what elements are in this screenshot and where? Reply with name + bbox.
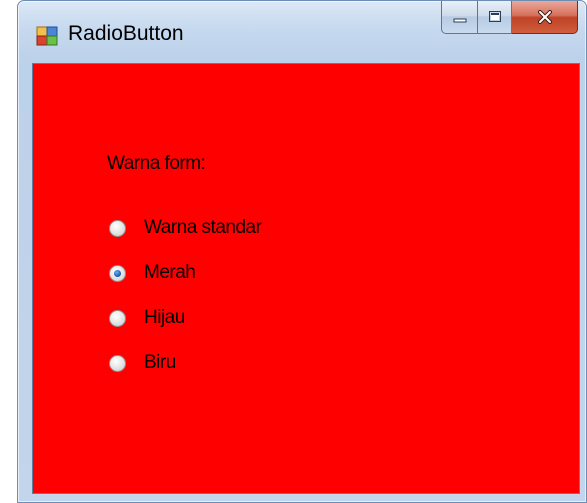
maximize-button[interactable]: [478, 1, 512, 34]
radio-circle[interactable]: [109, 309, 126, 327]
radio-label[interactable]: Hijau: [144, 307, 185, 329]
close-icon: [537, 10, 552, 24]
radio-warna-standar[interactable]: Warna standar: [109, 215, 262, 241]
caption-buttons: [441, 1, 578, 35]
minimize-icon: [453, 18, 466, 23]
maximize-icon: [488, 11, 501, 22]
window-title: RadioButton: [68, 22, 184, 45]
radio-label[interactable]: Merah: [144, 262, 196, 284]
close-button[interactable]: [512, 1, 578, 34]
radio-circle-checked[interactable]: [109, 264, 126, 282]
color-label: Warna form:: [107, 153, 206, 174]
title-bar[interactable]: RadioButton: [18, 1, 586, 63]
radio-circle[interactable]: [109, 219, 126, 237]
minimize-button[interactable]: [441, 1, 478, 34]
radio-label[interactable]: Biru: [144, 352, 176, 374]
radio-hijau[interactable]: Hijau: [109, 305, 185, 331]
app-window: RadioButton Warna form: Warna standar Me…: [17, 0, 587, 503]
radio-merah[interactable]: Merah: [109, 260, 196, 286]
radio-circle[interactable]: [109, 354, 126, 372]
form-client-area: Warna form: Warna standar Merah Hijau Bi…: [32, 63, 580, 494]
radio-label[interactable]: Warna standar: [144, 217, 262, 239]
app-icon: [36, 26, 58, 46]
radio-biru[interactable]: Biru: [109, 350, 176, 376]
